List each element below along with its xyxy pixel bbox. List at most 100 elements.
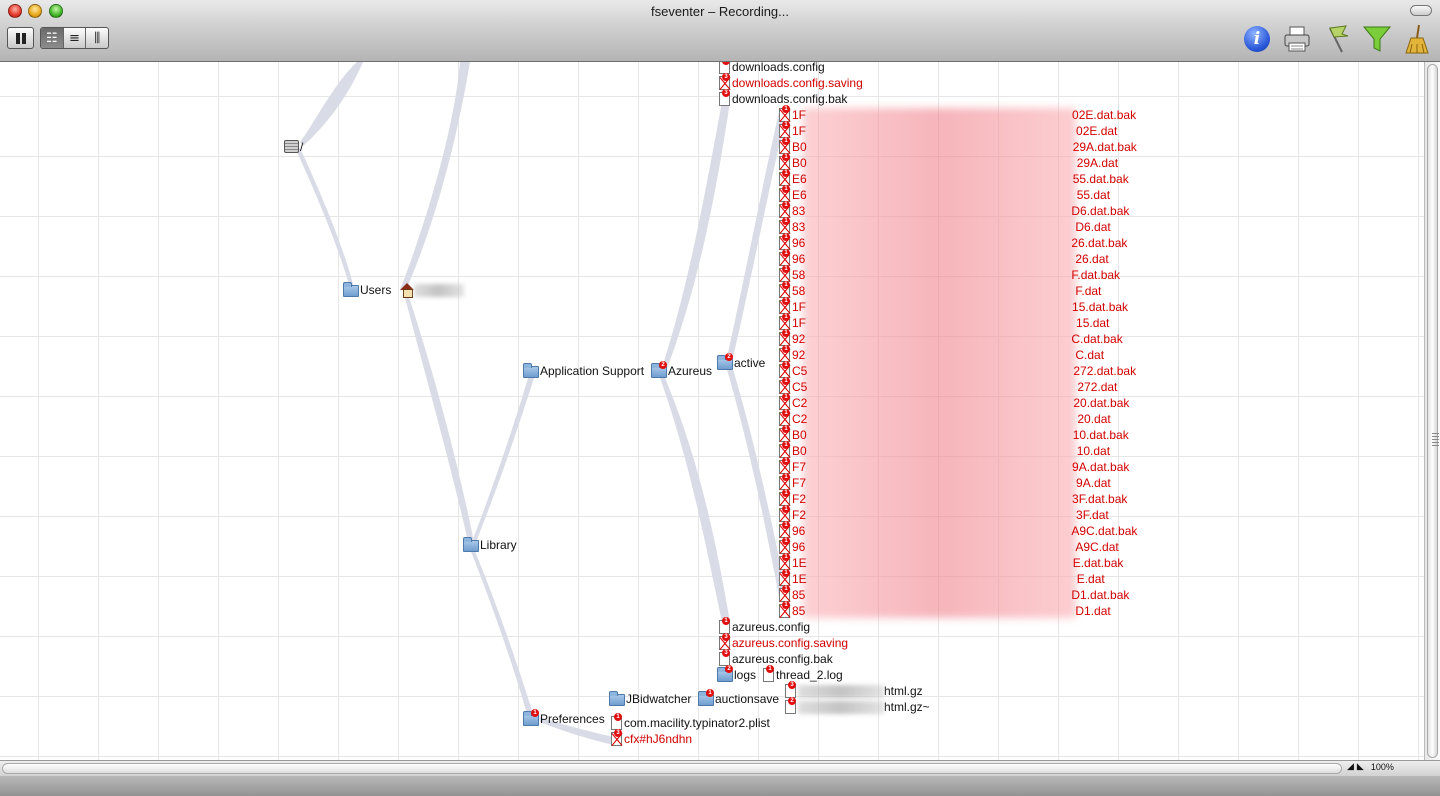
deleted-dat-file-node[interactable]: 1 1E E.dat: [779, 569, 1105, 587]
file-label: azureus.config: [732, 620, 811, 634]
pause-recording-button[interactable]: [7, 27, 34, 49]
deleted-dat-file-node[interactable]: 1 F7 9A.dat: [779, 473, 1111, 491]
deleted-dat-file-node[interactable]: 1 58 F.dat.bak: [779, 265, 1120, 283]
logs-folder-node[interactable]: 2 logs: [717, 665, 757, 683]
deleted-dat-file-node[interactable]: 1 92 C.dat: [779, 345, 1104, 363]
file-node[interactable]: 1 azureus.config: [719, 617, 811, 635]
print-button[interactable]: [1282, 24, 1312, 54]
vertical-scrollbar[interactable]: [1424, 62, 1440, 760]
event-badge: 1: [706, 689, 714, 697]
deleted-dat-file-node[interactable]: 1 E6 55.dat.bak: [779, 169, 1129, 187]
funnel-filter-button[interactable]: [1362, 24, 1392, 54]
dat-prefix: F7: [792, 460, 807, 474]
logs-label: logs: [734, 668, 757, 682]
redacted-username: [413, 284, 464, 297]
file-node[interactable]: 2 html.gz~: [785, 697, 930, 715]
application-support-folder-node[interactable]: Application Support: [523, 363, 644, 379]
event-badge: 1: [614, 713, 622, 721]
deleted-dat-file-node[interactable]: 1 C5 272.dat.bak: [779, 361, 1136, 379]
file-label: com.macility.typinator2.plist: [624, 716, 770, 730]
event-badge: 3: [722, 633, 730, 641]
dat-prefix: C2: [792, 412, 808, 426]
file-node[interactable]: 3 azureus.config.bak: [719, 649, 833, 667]
users-folder-node[interactable]: Users: [343, 282, 464, 298]
dat-prefix: 58: [792, 268, 806, 282]
deleted-dat-file-node[interactable]: 1 92 C.dat.bak: [779, 329, 1123, 347]
info-button[interactable]: i: [1242, 24, 1272, 54]
jbidwatcher-folder-node[interactable]: JBidwatcher: [609, 691, 691, 707]
deleted-dat-file-node[interactable]: 1 85 D1.dat: [779, 601, 1111, 619]
event-badge: 3: [788, 681, 796, 689]
dat-suffix: 3F.dat: [1076, 508, 1109, 522]
deleted-dat-file-node[interactable]: 1 F2 3F.dat.bak: [779, 489, 1127, 507]
active-folder-node[interactable]: 2 active: [717, 353, 766, 371]
azureus-folder-node[interactable]: 2 Azureus: [651, 361, 712, 379]
list-view-button[interactable]: ≡: [64, 28, 87, 48]
tree-view-button[interactable]: ☷: [41, 28, 64, 48]
deleted-dat-file-node[interactable]: 1 96 26.dat.bak: [779, 233, 1127, 251]
deleted-dat-file-node[interactable]: 1 1F 15.dat: [779, 313, 1109, 331]
file-node[interactable]: 1downloads.config: [719, 62, 825, 75]
dat-prefix: B0: [792, 444, 807, 458]
deleted-file-node[interactable]: 3 cfx#hJ6ndhn: [611, 729, 692, 747]
vertical-scroll-thumb[interactable]: [1427, 64, 1439, 758]
dat-prefix: 85: [792, 588, 806, 602]
deleted-dat-file-node[interactable]: 1 C2 20.dat.bak: [779, 393, 1129, 411]
deleted-dat-file-node[interactable]: 1 1F 15.dat.bak: [779, 297, 1128, 315]
event-badge: 1: [782, 345, 790, 353]
file-label: azureus.config.saving: [732, 636, 849, 650]
file-label: downloads.config.bak: [732, 92, 848, 106]
event-badge: 1: [782, 393, 790, 401]
zoom-out-icon[interactable]: ◢: [1347, 762, 1354, 772]
dat-prefix: 1F: [792, 300, 807, 314]
file-node[interactable]: 3 html.gz: [785, 681, 923, 699]
deleted-dat-file-node[interactable]: 1 96 A9C.dat.bak: [779, 521, 1137, 539]
deleted-dat-file-node[interactable]: 1 F2 3F.dat: [779, 505, 1109, 523]
deleted-file-node[interactable]: 3 downloads.config.saving: [719, 73, 863, 91]
deleted-dat-file-node[interactable]: 1 E6 55.dat: [779, 185, 1110, 203]
dat-prefix: F7: [792, 476, 807, 490]
event-badge: 3: [722, 89, 730, 97]
deleted-dat-file-node[interactable]: 1 B0 10.dat: [779, 441, 1110, 459]
deleted-dat-file-node[interactable]: 1 1F 02E.dat: [779, 121, 1117, 139]
event-badge: 2: [659, 361, 667, 369]
deleted-dat-file-node[interactable]: 1 96 26.dat: [779, 249, 1109, 267]
deleted-dat-file-node[interactable]: 1 1F 02E.dat.bak: [779, 105, 1136, 123]
auctionsave-label: auctionsave: [715, 692, 780, 706]
deleted-file-node[interactable]: 3 azureus.config.saving: [719, 633, 849, 651]
event-tree-canvas[interactable]: / Users Library Application Support 2 Azu…: [0, 62, 1424, 760]
preferences-folder-node[interactable]: 1 Preferences: [523, 709, 605, 727]
deleted-dat-file-node[interactable]: 1 B0 10.dat.bak: [779, 425, 1129, 443]
column-view-button[interactable]: ⫼: [86, 28, 108, 48]
dat-prefix: B0: [792, 140, 807, 154]
event-badge: 1: [782, 377, 790, 385]
deleted-dat-file-node[interactable]: 1 83 D6.dat: [779, 217, 1111, 235]
log-file-node[interactable]: 1 thread_2.log: [763, 665, 843, 683]
dat-suffix: 9A.dat.bak: [1072, 460, 1130, 474]
dat-prefix: B0: [792, 156, 807, 170]
root-node[interactable]: /: [284, 140, 303, 155]
dat-prefix: 83: [792, 220, 806, 234]
clear-button[interactable]: [1402, 24, 1432, 54]
toolbar-toggle-button[interactable]: [1410, 5, 1432, 16]
horizontal-scrollbar[interactable]: ◢ ◣ 100%: [0, 760, 1440, 776]
deleted-dat-file-node[interactable]: 1 85 D1.dat.bak: [779, 585, 1129, 603]
file-label: html.gz: [884, 684, 923, 698]
library-folder-node[interactable]: Library: [463, 537, 517, 553]
horizontal-scroll-thumb[interactable]: [2, 763, 1342, 774]
deleted-dat-file-node[interactable]: 1 96 A9C.dat: [779, 537, 1119, 555]
deleted-dat-file-node[interactable]: 1 B0 29A.dat: [779, 153, 1118, 171]
deleted-dat-file-node[interactable]: 1 F7 9A.dat.bak: [779, 457, 1130, 475]
flag-filter-button[interactable]: [1322, 24, 1352, 54]
plist-file-node[interactable]: 1 com.macility.typinator2.plist: [611, 713, 770, 731]
active-label: active: [734, 356, 766, 370]
deleted-dat-file-node[interactable]: 1 1E E.dat.bak: [779, 553, 1123, 571]
deleted-dat-file-node[interactable]: 1 83 D6.dat.bak: [779, 201, 1129, 219]
file-label: azureus.config.bak: [732, 652, 833, 666]
deleted-dat-file-node[interactable]: 1 58 F.dat: [779, 281, 1101, 299]
auctionsave-folder-node[interactable]: 1 auctionsave: [698, 689, 780, 707]
deleted-dat-file-node[interactable]: 1 C5 272.dat: [779, 377, 1117, 395]
deleted-dat-file-node[interactable]: 1 C2 20.dat: [779, 409, 1111, 427]
deleted-dat-file-node[interactable]: 1 B0 29A.dat.bak: [779, 137, 1137, 155]
zoom-in-icon[interactable]: ◣: [1357, 762, 1364, 772]
